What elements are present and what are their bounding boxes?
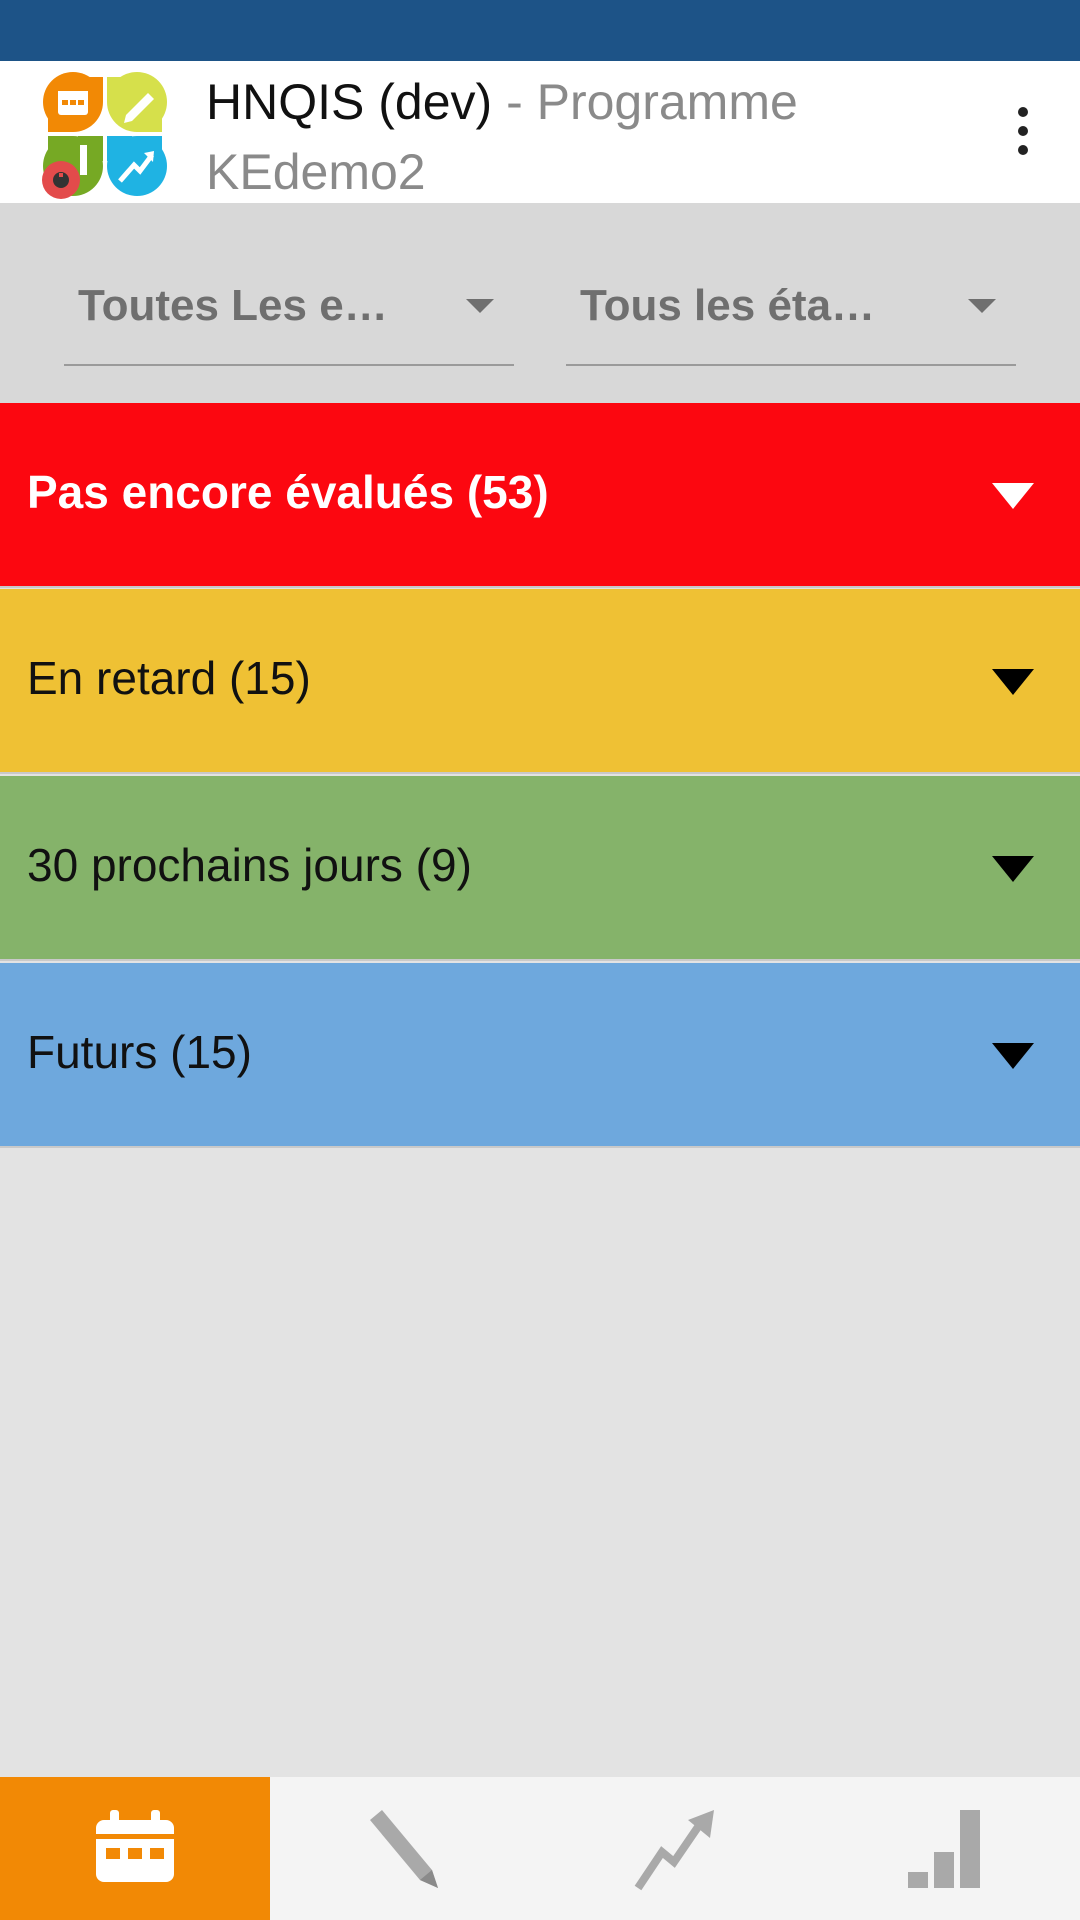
trend-arrow-icon [634,1809,714,1890]
section-not-yet-evaluated[interactable]: Pas encore évalués (53) [0,403,1080,588]
hnqis-logo-icon [42,72,167,199]
status-filter-value: Tous les éta… [580,281,876,330]
filter-bar: Toutes Les e… Tous les éta… [0,203,1080,403]
expand-arrow-icon [992,856,1034,882]
app-name: HNQIS (dev) [206,74,493,130]
section-label: Futurs (15) [27,1026,252,1078]
menu-dot [1018,126,1028,136]
menu-dot [1018,145,1028,155]
status-filter-dropdown[interactable]: Tous les éta… [566,263,1016,366]
org-unit-filter-dropdown[interactable]: Toutes Les e… [64,263,514,366]
expand-arrow-icon [992,483,1034,509]
tab-improve[interactable] [540,1777,810,1920]
section-future[interactable]: Futurs (15) [0,963,1080,1148]
dropdown-arrow-icon [466,299,494,313]
overflow-menu-icon[interactable] [1000,101,1046,161]
status-bar [0,0,1080,61]
expand-arrow-icon [992,669,1034,695]
pencil-icon [370,1809,438,1888]
title-separator: - [492,74,537,130]
section-label: En retard (15) [27,652,311,704]
section-label: Pas encore évalués (53) [27,466,549,518]
section-label: 30 prochains jours (9) [27,839,472,891]
calendar-icon [96,1809,174,1882]
menu-dot [1018,107,1028,117]
tab-monitor[interactable] [810,1777,1080,1920]
bottom-nav [0,1777,1080,1920]
section-overdue[interactable]: En retard (15) [0,589,1080,774]
expand-arrow-icon [992,1043,1034,1069]
dropdown-arrow-icon [968,299,996,313]
tab-planning[interactable] [0,1777,270,1920]
section-next-30-days[interactable]: 30 prochains jours (9) [0,776,1080,961]
app-bar: HNQIS (dev) - Programme KEdemo2 [0,61,1080,203]
page-title: HNQIS (dev) - Programme KEdemo2 [206,67,1006,207]
tab-assess[interactable] [270,1777,540,1920]
org-unit-filter-value: Toutes Les e… [78,281,388,330]
bar-chart-icon [908,1809,980,1888]
